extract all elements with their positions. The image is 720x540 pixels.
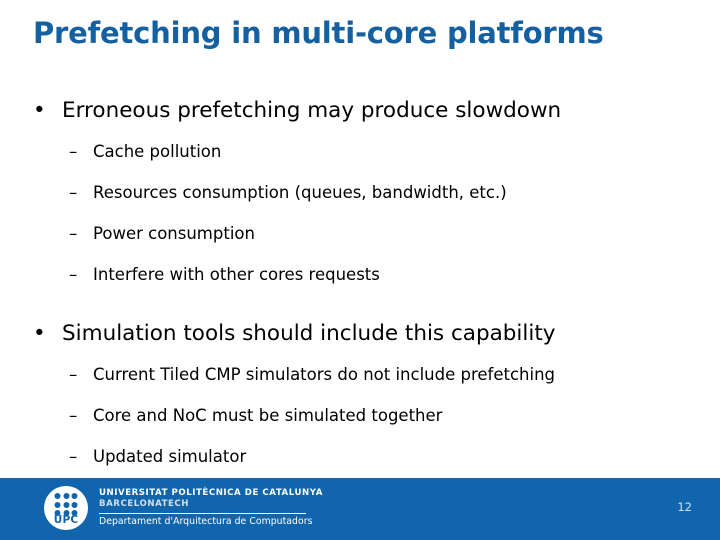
upc-logo-text: UNIVERSITAT POLITÈCNICA DE CATALUNYA BAR… xyxy=(99,488,323,528)
bullet-level2-label: Resources consumption (queues, bandwidth… xyxy=(93,183,507,202)
bullet-level1-label: Simulation tools should include this cap… xyxy=(62,321,556,346)
bullet-level2: – Cache pollution xyxy=(0,140,720,164)
bullet-dash-icon: – xyxy=(69,406,78,425)
bullet-level2: – Power consumption xyxy=(0,222,720,246)
presentation-slide: Prefetching in multi-core platforms • Er… xyxy=(0,0,720,540)
bullet-level1: • Erroneous prefetching may produce slow… xyxy=(0,96,720,126)
bullet-level2-label: Core and NoC must be simulated together xyxy=(93,406,443,425)
bullet-dash-icon: – xyxy=(69,224,78,243)
upc-logo-wordmark: UPC xyxy=(53,514,79,526)
slide-title: Prefetching in multi-core platforms xyxy=(33,16,604,50)
bullet-level2-label: Updated simulator xyxy=(93,447,247,466)
upc-logo: UPC UNIVERSITAT POLITÈCNICA DE CATALUNYA… xyxy=(44,486,323,530)
bullet-level2-label: Interfere with other cores requests xyxy=(93,265,380,284)
upc-dot-grid-icon xyxy=(54,493,78,516)
bullet-level2-label: Current Tiled CMP simulators do not incl… xyxy=(93,365,555,384)
bullet-dot-icon: • xyxy=(33,321,46,346)
bullet-dash-icon: – xyxy=(69,183,78,202)
bullet-level1: • Simulation tools should include this c… xyxy=(0,319,720,349)
slide-footer: UPC UNIVERSITAT POLITÈCNICA DE CATALUNYA… xyxy=(0,478,720,540)
bullet-group-spacer xyxy=(0,304,720,319)
bullet-dash-icon: – xyxy=(69,265,78,284)
bullet-dash-icon: – xyxy=(69,447,78,466)
slide-body: • Erroneous prefetching may produce slow… xyxy=(0,96,720,486)
bullet-level2: – Core and NoC must be simulated togethe… xyxy=(0,404,720,428)
bullet-level2: – Resources consumption (queues, bandwid… xyxy=(0,181,720,205)
bullet-level2: – Updated simulator xyxy=(0,445,720,469)
upc-logo-mark-icon: UPC xyxy=(44,486,88,530)
university-subbrand: BARCELONATECH xyxy=(99,499,190,509)
bullet-level2: – Current Tiled CMP simulators do not in… xyxy=(0,363,720,387)
university-name: UNIVERSITAT POLITÈCNICA DE CATALUNYA xyxy=(99,488,323,498)
bullet-dash-icon: – xyxy=(69,142,78,161)
bullet-dash-icon: – xyxy=(69,365,78,384)
bullet-dot-icon: • xyxy=(33,98,46,123)
page-number: 12 xyxy=(677,500,692,514)
department-name: Departament d'Arquitectura de Computador… xyxy=(99,516,313,527)
bullet-level2-label: Cache pollution xyxy=(93,142,222,161)
bullet-level2-label: Power consumption xyxy=(93,224,255,243)
bullet-level2: – Interfere with other cores requests xyxy=(0,263,720,287)
bullet-level1-label: Erroneous prefetching may produce slowdo… xyxy=(62,98,562,123)
logo-divider xyxy=(99,512,306,514)
